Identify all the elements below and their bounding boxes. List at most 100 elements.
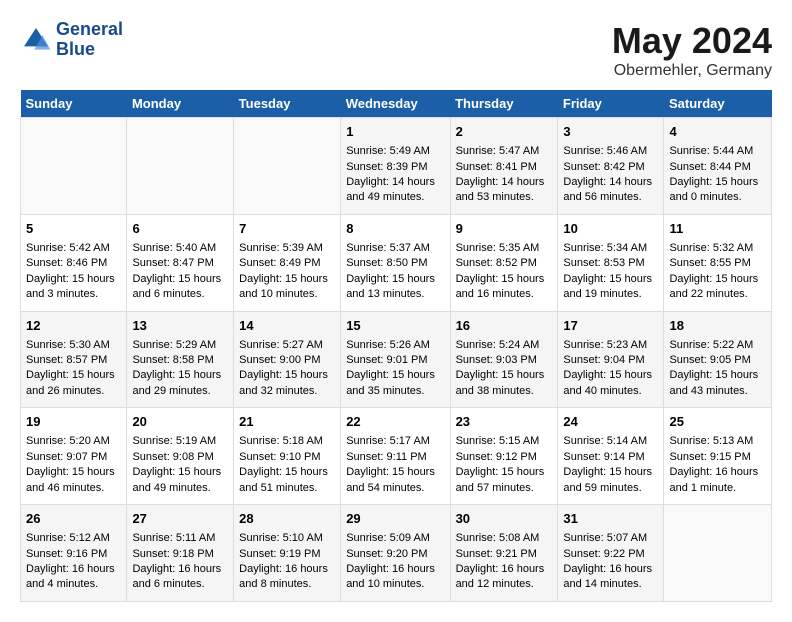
cell-content-line: Daylight: 15 hours [456,465,553,480]
cell-content-line: Sunset: 9:12 PM [456,450,553,465]
cell-content-line: Sunrise: 5:17 AM [346,434,444,449]
calendar-cell: 25Sunrise: 5:13 AMSunset: 9:15 PMDayligh… [664,408,772,505]
day-number: 27 [132,510,228,528]
cell-content-line: Sunrise: 5:47 AM [456,144,553,159]
cell-content-line: Daylight: 15 hours [346,465,444,480]
logo-line2: Blue [56,40,123,60]
calendar-cell: 28Sunrise: 5:10 AMSunset: 9:19 PMDayligh… [234,505,341,602]
cell-content-line: Daylight: 15 hours [563,272,658,287]
calendar-cell: 24Sunrise: 5:14 AMSunset: 9:14 PMDayligh… [558,408,664,505]
cell-content-line: and 29 minutes. [132,384,228,399]
day-number: 30 [456,510,553,528]
cell-content-line: Sunrise: 5:18 AM [239,434,335,449]
calendar-cell: 8Sunrise: 5:37 AMSunset: 8:50 PMDaylight… [341,214,450,311]
day-number: 14 [239,317,335,335]
cell-content-line: Daylight: 14 hours [456,175,553,190]
calendar-cell [664,505,772,602]
cell-content-line: Daylight: 14 hours [346,175,444,190]
logo-line1: General [56,20,123,40]
cell-content-line: Sunrise: 5:12 AM [26,531,121,546]
cell-content-line: and 13 minutes. [346,287,444,302]
cell-content-line: Sunrise: 5:46 AM [563,144,658,159]
cell-content-line: Sunrise: 5:34 AM [563,241,658,256]
cell-content-line: Sunset: 8:47 PM [132,256,228,271]
calendar-cell: 13Sunrise: 5:29 AMSunset: 8:58 PMDayligh… [127,311,234,408]
weekday-header-friday: Friday [558,90,664,118]
calendar-cell: 19Sunrise: 5:20 AMSunset: 9:07 PMDayligh… [21,408,127,505]
day-number: 12 [26,317,121,335]
cell-content-line: Daylight: 16 hours [669,465,766,480]
cell-content-line: Sunset: 8:50 PM [346,256,444,271]
day-number: 24 [563,413,658,431]
cell-content-line: Sunset: 9:07 PM [26,450,121,465]
cell-content-line: Sunset: 8:52 PM [456,256,553,271]
calendar-cell: 6Sunrise: 5:40 AMSunset: 8:47 PMDaylight… [127,214,234,311]
calendar-week-2: 5Sunrise: 5:42 AMSunset: 8:46 PMDaylight… [21,214,772,311]
cell-content-line: Daylight: 15 hours [26,368,121,383]
cell-content-line: Sunrise: 5:35 AM [456,241,553,256]
cell-content-line: Sunset: 9:08 PM [132,450,228,465]
day-number: 20 [132,413,228,431]
calendar-cell: 3Sunrise: 5:46 AMSunset: 8:42 PMDaylight… [558,118,664,215]
cell-content-line: Sunrise: 5:30 AM [26,338,121,353]
cell-content-line: Daylight: 15 hours [669,175,766,190]
cell-content-line: Sunset: 8:49 PM [239,256,335,271]
cell-content-line: Sunset: 9:01 PM [346,353,444,368]
cell-content-line: Daylight: 16 hours [346,562,444,577]
cell-content-line: and 6 minutes. [132,577,228,592]
cell-content-line: Sunset: 9:22 PM [563,547,658,562]
cell-content-line: Sunset: 8:41 PM [456,160,553,175]
cell-content-line: and 12 minutes. [456,577,553,592]
cell-content-line: Daylight: 15 hours [132,465,228,480]
cell-content-line: Sunset: 9:03 PM [456,353,553,368]
cell-content-line: Daylight: 15 hours [239,272,335,287]
cell-content-line: Daylight: 15 hours [239,368,335,383]
cell-content-line: and 3 minutes. [26,287,121,302]
cell-content-line: Daylight: 15 hours [26,272,121,287]
cell-content-line: Sunset: 8:42 PM [563,160,658,175]
cell-content-line: Sunset: 9:04 PM [563,353,658,368]
cell-content-line: Sunrise: 5:42 AM [26,241,121,256]
cell-content-line: Sunrise: 5:40 AM [132,241,228,256]
cell-content-line: Sunrise: 5:10 AM [239,531,335,546]
cell-content-line: and 32 minutes. [239,384,335,399]
calendar-table: SundayMondayTuesdayWednesdayThursdayFrid… [20,90,772,602]
day-number: 7 [239,220,335,238]
weekday-header-sunday: Sunday [21,90,127,118]
cell-content-line: Sunset: 9:19 PM [239,547,335,562]
calendar-cell: 14Sunrise: 5:27 AMSunset: 9:00 PMDayligh… [234,311,341,408]
calendar-week-4: 19Sunrise: 5:20 AMSunset: 9:07 PMDayligh… [21,408,772,505]
day-number: 8 [346,220,444,238]
logo-icon [20,24,52,56]
cell-content-line: Sunrise: 5:19 AM [132,434,228,449]
day-number: 23 [456,413,553,431]
cell-content-line: Sunset: 9:00 PM [239,353,335,368]
day-number: 29 [346,510,444,528]
cell-content-line: and 43 minutes. [669,384,766,399]
day-number: 31 [563,510,658,528]
cell-content-line: Sunrise: 5:49 AM [346,144,444,159]
cell-content-line: Sunset: 9:11 PM [346,450,444,465]
cell-content-line: and 53 minutes. [456,190,553,205]
cell-content-line: and 54 minutes. [346,481,444,496]
cell-content-line: Daylight: 15 hours [346,368,444,383]
cell-content-line: Sunrise: 5:07 AM [563,531,658,546]
cell-content-line: and 8 minutes. [239,577,335,592]
calendar-cell: 17Sunrise: 5:23 AMSunset: 9:04 PMDayligh… [558,311,664,408]
cell-content-line: Daylight: 15 hours [563,465,658,480]
cell-content-line: and 59 minutes. [563,481,658,496]
weekday-header-tuesday: Tuesday [234,90,341,118]
day-number: 17 [563,317,658,335]
logo-text: General Blue [56,20,123,60]
calendar-cell: 5Sunrise: 5:42 AMSunset: 8:46 PMDaylight… [21,214,127,311]
cell-content-line: Daylight: 16 hours [132,562,228,577]
cell-content-line: Daylight: 15 hours [132,272,228,287]
cell-content-line: and 19 minutes. [563,287,658,302]
cell-content-line: Sunrise: 5:14 AM [563,434,658,449]
cell-content-line: and 35 minutes. [346,384,444,399]
day-number: 10 [563,220,658,238]
cell-content-line: Sunrise: 5:24 AM [456,338,553,353]
day-number: 1 [346,123,444,141]
calendar-cell: 4Sunrise: 5:44 AMSunset: 8:44 PMDaylight… [664,118,772,215]
weekday-header-monday: Monday [127,90,234,118]
